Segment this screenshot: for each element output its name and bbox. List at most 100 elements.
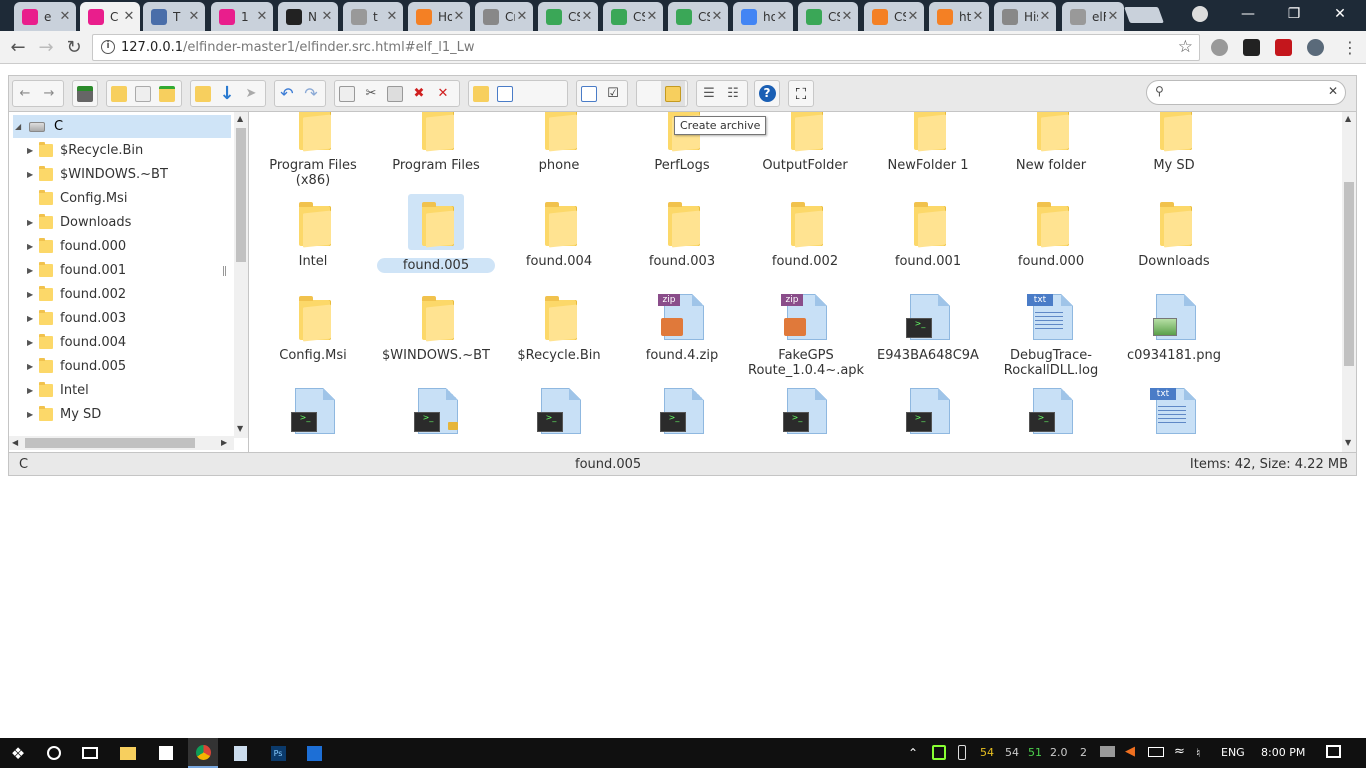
folder-item[interactable]: New folder [991, 112, 1111, 173]
expand-caret-icon[interactable]: ▶ [27, 410, 39, 419]
expand-caret-icon[interactable]: ▶ [27, 314, 39, 323]
help-icon[interactable]: ? [755, 81, 779, 106]
notepad-icon[interactable] [226, 738, 254, 768]
folder-item[interactable]: $Recycle.Bin [499, 292, 619, 363]
extension-icon[interactable] [1243, 39, 1260, 56]
browser-tab[interactable]: How✕ [408, 2, 470, 31]
clock[interactable]: 8:00 PM [1261, 746, 1305, 759]
new-tab-button[interactable] [1124, 7, 1164, 23]
store-icon[interactable] [152, 738, 180, 768]
expand-caret-icon[interactable]: ▶ [27, 218, 39, 227]
parent-folder-icon[interactable] [155, 81, 179, 106]
folder-item[interactable]: found.005 [376, 194, 496, 273]
search-field[interactable]: ⚲ ✕ [1146, 80, 1346, 105]
tab-close-icon[interactable]: ✕ [580, 9, 594, 24]
file-item[interactable]: >_ [745, 386, 865, 449]
blank-icon[interactable] [517, 81, 541, 106]
paste-icon[interactable] [383, 81, 407, 106]
file-item[interactable]: >_ [253, 386, 373, 449]
tab-close-icon[interactable]: ✕ [58, 9, 72, 24]
folder-item[interactable]: Config.Msi [253, 292, 373, 363]
home-folder-icon[interactable] [107, 81, 131, 106]
language-indicator[interactable]: ENG [1221, 746, 1245, 759]
profile-icon[interactable] [1192, 6, 1208, 22]
speaker-icon[interactable]: ♮ [1196, 746, 1200, 760]
clear-search-icon[interactable]: ✕ [1328, 84, 1338, 98]
browser-tab[interactable]: CSS✕ [798, 2, 858, 31]
reload-icon[interactable]: ↻ [62, 35, 86, 59]
redo-icon[interactable]: ↷ [299, 81, 323, 106]
action-center-icon[interactable] [1326, 745, 1341, 758]
site-info-icon[interactable]: i [101, 40, 115, 54]
tree-folder-item[interactable]: Config.Msi [27, 186, 127, 210]
expand-caret-icon[interactable]: ▶ [27, 338, 39, 347]
file-item[interactable]: >_ [376, 386, 496, 449]
collapse-caret-icon[interactable]: ◢ [15, 122, 27, 131]
download-icon[interactable]: ↓ [215, 81, 239, 106]
list-view-icon[interactable]: ☰ [697, 81, 721, 106]
sort-icon[interactable]: ☷ [721, 81, 745, 106]
file-item[interactable]: >_ E943BA648C9A [868, 292, 988, 363]
tab-close-icon[interactable]: ✕ [515, 9, 529, 24]
forward-icon[interactable]: → [37, 81, 61, 106]
tab-close-icon[interactable]: ✕ [320, 9, 334, 24]
folder-item[interactable]: found.003 [622, 198, 742, 269]
expand-caret-icon[interactable]: ▶ [27, 362, 39, 371]
extension-icon[interactable] [1307, 39, 1324, 56]
tree-vertical-scrollbar[interactable]: ▲ ▼ [234, 112, 248, 438]
expand-caret-icon[interactable]: ▶ [27, 386, 39, 395]
volume-mute-icon[interactable]: ◀ [1125, 744, 1135, 759]
blank-icon[interactable] [541, 81, 565, 106]
file-item[interactable]: >_ [622, 386, 742, 449]
address-bar[interactable]: i 127.0.0.1/elfinder-master1/elfinder.sr… [92, 34, 1200, 61]
extension-icon[interactable] [1211, 39, 1228, 56]
folder-item[interactable]: Program Files (x86) [253, 112, 373, 188]
shield-icon[interactable] [300, 738, 328, 768]
forward-icon[interactable]: → [34, 35, 58, 59]
wifi-icon[interactable]: ≈ [1174, 744, 1185, 759]
browser-tab[interactable]: T ✕ [143, 2, 205, 31]
tree-folder-item[interactable]: ▶ Downloads [27, 210, 131, 234]
tab-close-icon[interactable]: ✕ [1106, 9, 1120, 24]
browser-tab[interactable]: N ✕ [278, 2, 338, 31]
tree-folder-item[interactable]: ▶ $WINDOWS.~BT [27, 162, 168, 186]
tab-close-icon[interactable]: ✕ [840, 9, 854, 24]
tree-folder-item[interactable]: ▶ found.000 [27, 234, 126, 258]
usb-icon[interactable] [958, 745, 966, 760]
copy-icon[interactable] [335, 81, 359, 106]
pdf-extension-icon[interactable] [1275, 39, 1292, 56]
file-item[interactable]: >_ [868, 386, 988, 449]
chrome-icon[interactable] [188, 738, 218, 768]
file-item[interactable]: zip FakeGPS Route_1.0.4~.apk [745, 292, 865, 378]
remove-icon[interactable]: ✖ [407, 81, 431, 106]
file-item[interactable]: zip found.4.zip [622, 292, 742, 363]
menu-icon[interactable]: ⋮ [1338, 35, 1362, 59]
browser-tab[interactable]: t ✕ [343, 2, 403, 31]
back-icon[interactable]: ← [6, 35, 30, 59]
browser-tab[interactable]: 1 ✕ [211, 2, 273, 31]
tree-folder-item[interactable]: ▶ found.005 [27, 354, 126, 378]
network-drive-icon[interactable] [1100, 746, 1115, 757]
url-text[interactable]: 127.0.0.1/elfinder-master1/elfinder.src.… [121, 40, 475, 55]
tab-close-icon[interactable]: ✕ [385, 9, 399, 24]
browser-tab[interactable]: CSS✕ [668, 2, 728, 31]
tray-app-icon[interactable] [932, 745, 946, 760]
expand-caret-icon[interactable]: ▶ [27, 290, 39, 299]
browser-tab[interactable]: e ✕ [14, 2, 76, 31]
folder-item[interactable]: Intel [253, 198, 373, 269]
tree-horizontal-scrollbar[interactable]: ◀ ▶ [9, 436, 234, 450]
tree-folder-item[interactable]: ▶ found.001 [27, 258, 126, 282]
file-item[interactable]: c0934181.png [1114, 292, 1234, 363]
tree-folder-item[interactable]: ▶ found.004 [27, 330, 126, 354]
folder-item[interactable]: Program Files [376, 112, 496, 173]
expand-caret-icon[interactable]: ▶ [27, 146, 39, 155]
folder-item[interactable]: found.000 [991, 198, 1111, 269]
tree-folder-item[interactable]: ▶ My SD [27, 402, 101, 426]
fullscreen-icon[interactable]: ⛶ [789, 81, 813, 106]
cut-icon[interactable]: ✂ [359, 81, 383, 106]
task-view-icon[interactable] [76, 738, 104, 768]
show-hidden-icons-icon[interactable]: ⌃ [908, 746, 918, 760]
browser-tab[interactable]: Cros✕ [475, 2, 533, 31]
tab-close-icon[interactable]: ✕ [645, 9, 659, 24]
browser-tab[interactable]: Histo✕ [994, 2, 1056, 31]
